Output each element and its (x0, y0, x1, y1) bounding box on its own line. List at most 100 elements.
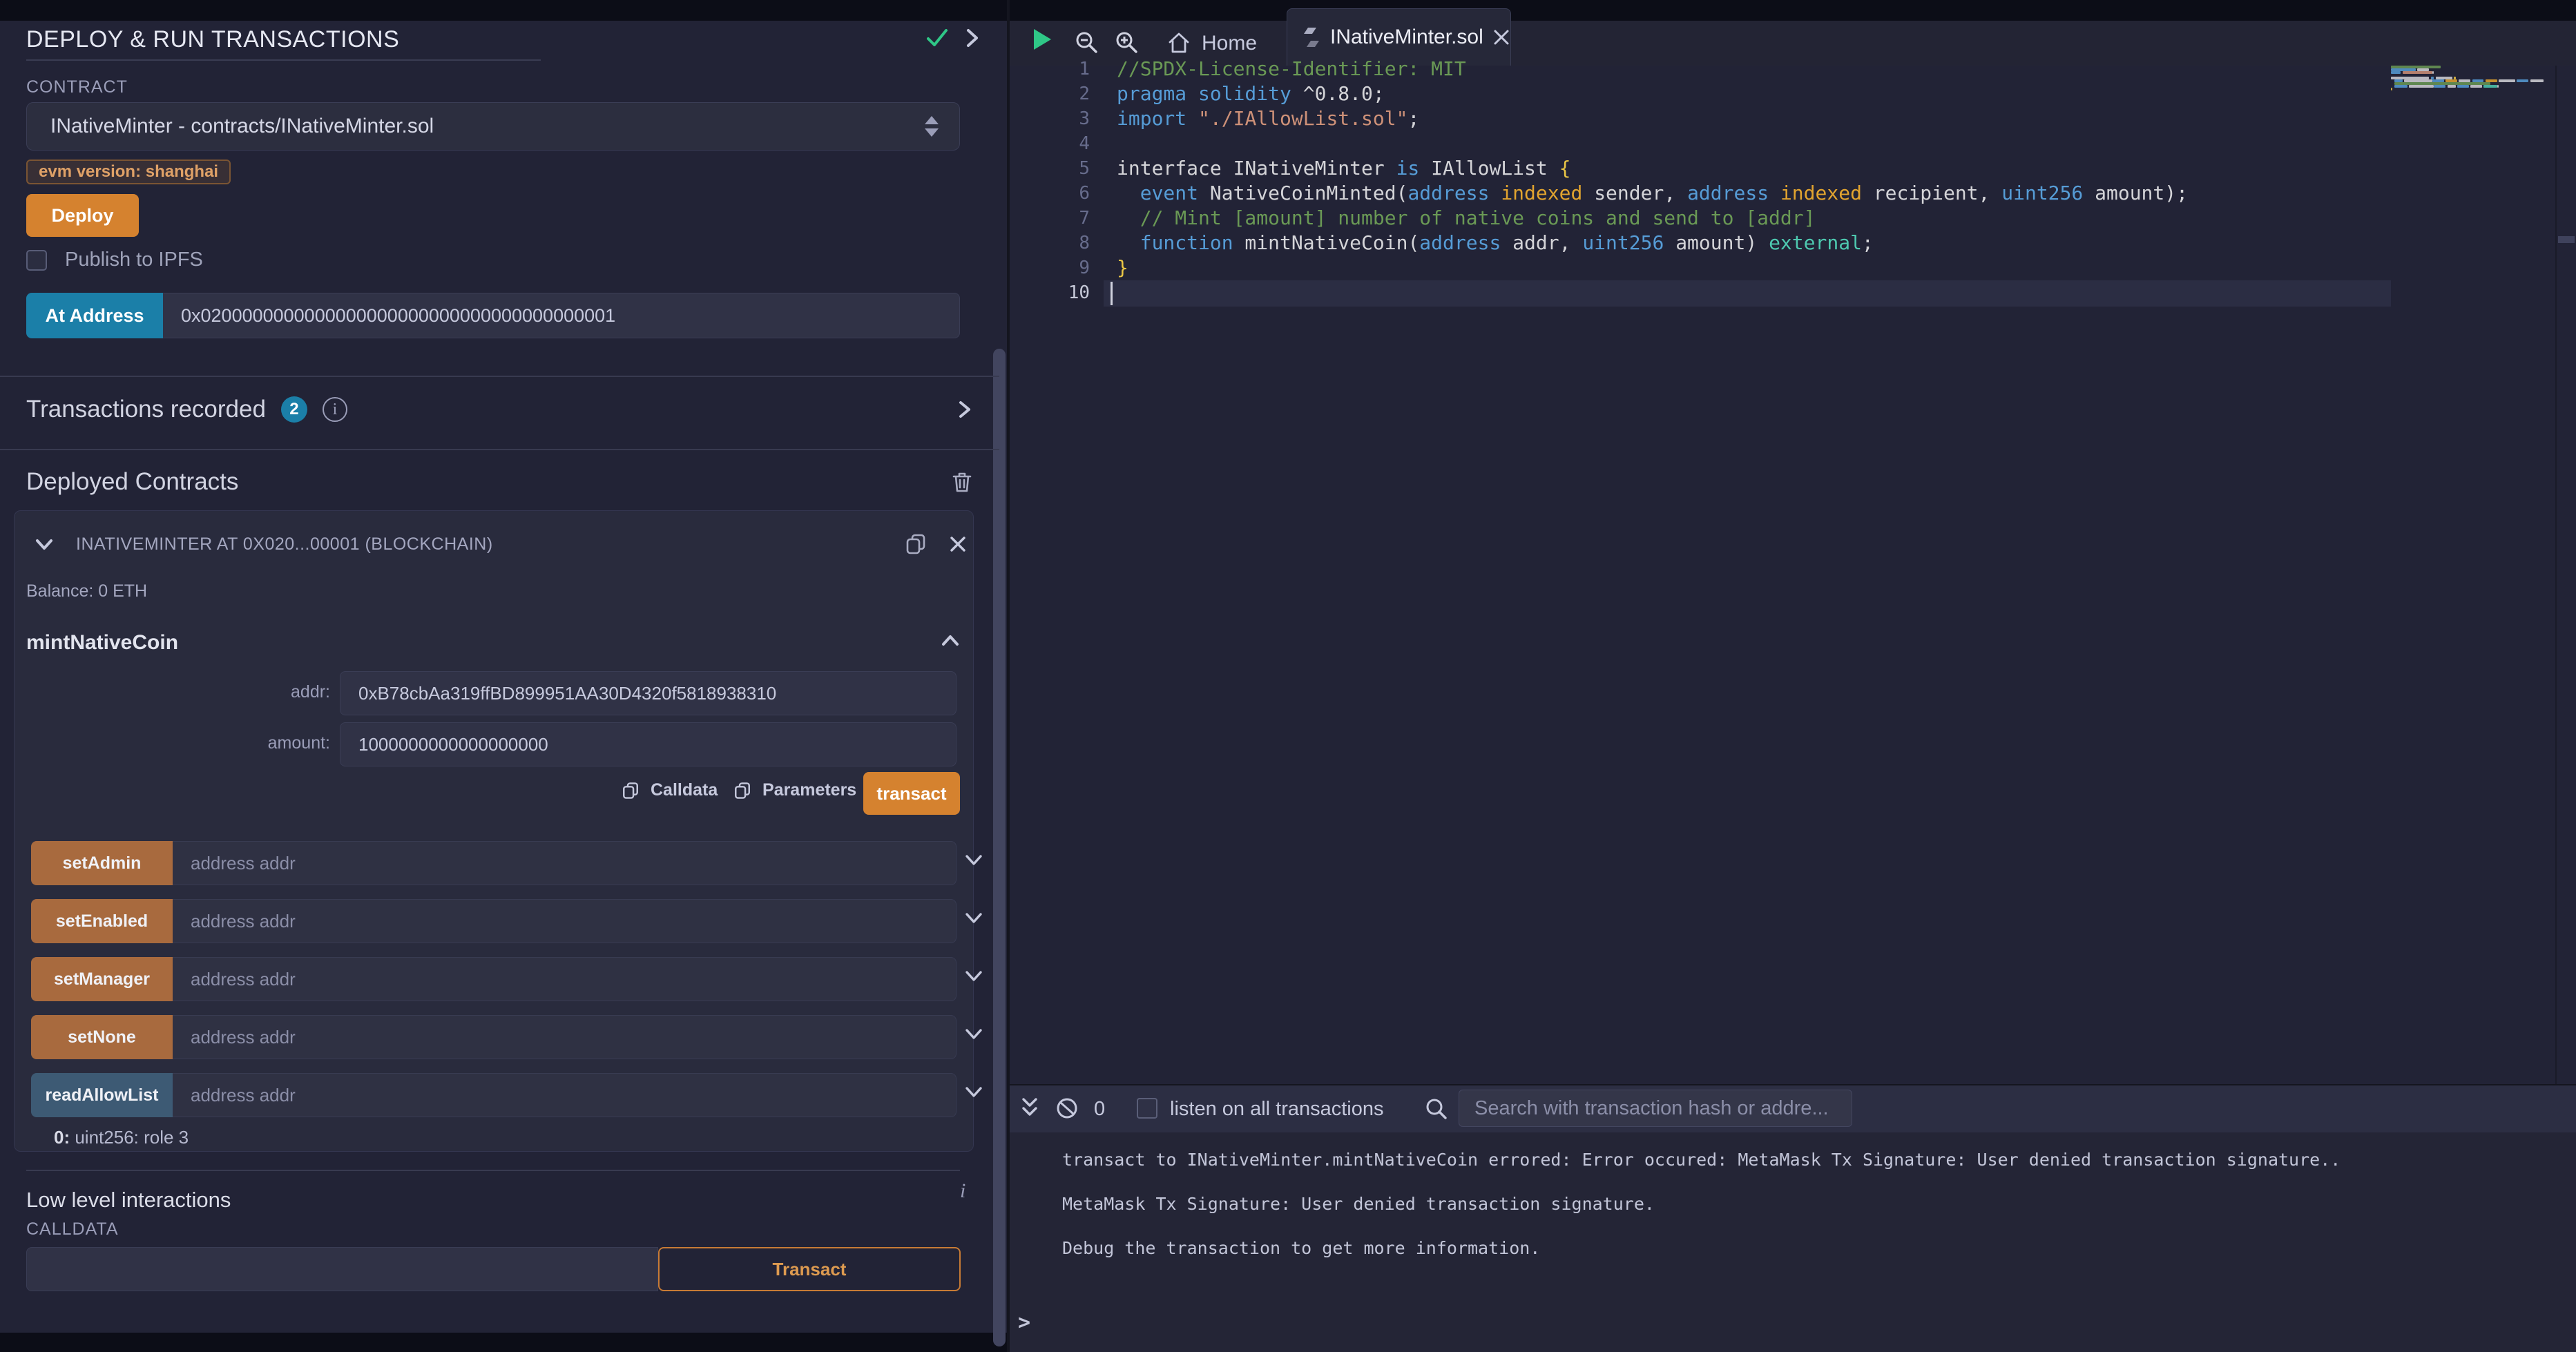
editor-scrollbar-marker[interactable] (2558, 236, 2575, 243)
addr-label: addr: (220, 682, 330, 702)
listen-transactions-label: listen on all transactions (1170, 1098, 1384, 1121)
calldata-input[interactable] (26, 1247, 658, 1291)
parameters-copy-label: Parameters (762, 780, 856, 800)
zoom-out-icon[interactable] (1075, 30, 1098, 54)
readAllowList-expand-icon[interactable] (965, 1085, 983, 1099)
setManager-expand-icon[interactable] (965, 969, 983, 983)
at-address-button[interactable]: At Address (26, 293, 163, 338)
home-icon (1167, 32, 1191, 55)
run-script-icon[interactable] (1032, 28, 1052, 51)
setAdmin-expand-icon[interactable] (965, 853, 983, 867)
readAllowList-button[interactable]: readAllowList (31, 1073, 173, 1117)
instance-header[interactable]: INATIVEMINTER AT 0X020...00001 (BLOCKCHA… (35, 523, 967, 565)
tab-inativeminter-label: INativeMinter.sol (1330, 26, 1483, 49)
setEnabled-input[interactable] (173, 899, 957, 943)
deploy-button[interactable]: Deploy (26, 194, 139, 237)
low-level-title: Low level interactions (26, 1188, 231, 1213)
calldata-copy-label: Calldata (651, 780, 718, 800)
terminal-log-2: MetaMask Tx Signature: User denied trans… (1062, 1182, 2340, 1226)
parameters-copy-button[interactable]: Parameters (733, 780, 856, 800)
select-arrows-icon (925, 116, 939, 137)
instance-collapse-icon[interactable] (35, 537, 54, 551)
clear-console-icon[interactable] (1055, 1097, 1079, 1120)
amount-input[interactable] (340, 722, 957, 766)
code-line-10 (1117, 280, 2188, 305)
deployed-contracts-label: Deployed Contracts (26, 468, 238, 496)
line-numbers: 12345678910 (1010, 57, 1090, 305)
setNone-input[interactable] (173, 1015, 957, 1059)
function-row-readAllowList: readAllowList (31, 1073, 960, 1117)
section-divider (0, 449, 999, 450)
code-line-7: // Mint [amount] number of native coins … (1117, 206, 2188, 231)
code-line-2: pragma solidity ^0.8.0; (1117, 81, 2188, 106)
panel-scrollbar[interactable] (993, 349, 1006, 1346)
function-row-setEnabled: setEnabled (31, 899, 960, 943)
info-icon[interactable]: i (323, 397, 347, 422)
setNone-expand-icon[interactable] (965, 1027, 983, 1041)
addr-input[interactable] (340, 671, 957, 715)
trash-icon[interactable] (952, 471, 972, 493)
copy-address-icon[interactable] (905, 532, 927, 556)
function-row-setManager: setManager (31, 957, 960, 1001)
function-collapse-icon[interactable] (941, 634, 960, 648)
solidity-icon (1303, 26, 1320, 48)
setManager-input[interactable] (173, 957, 957, 1001)
calldata-label: CALLDATA (26, 1219, 119, 1239)
transactions-expand-icon[interactable] (957, 400, 972, 419)
line-number-3: 3 (1010, 106, 1090, 131)
line-number-8: 8 (1010, 231, 1090, 255)
transactions-recorded-label: Transactions recorded (26, 396, 266, 423)
copy-icon (622, 781, 640, 800)
text-cursor (1111, 282, 1113, 305)
minimap-divider (2555, 66, 2557, 1084)
publish-to-ipfs-row: Publish to IPFS (26, 249, 203, 271)
code-line-9: } (1117, 255, 2188, 280)
zoom-in-icon[interactable] (1115, 30, 1138, 54)
transact-button[interactable]: transact (863, 772, 960, 815)
setManager-button[interactable]: setManager (31, 957, 173, 1001)
line-number-7: 7 (1010, 206, 1090, 231)
line-number-6: 6 (1010, 181, 1090, 206)
collapse-panel-icon[interactable] (964, 28, 981, 48)
at-address-input[interactable] (163, 293, 960, 338)
publish-ipfs-label: Publish to IPFS (65, 249, 203, 271)
copy-icon (733, 781, 751, 800)
page-title: DEPLOY & RUN TRANSACTIONS (26, 26, 399, 53)
code-line-6: event NativeCoinMinted(address indexed s… (1117, 181, 2188, 206)
setAdmin-button[interactable]: setAdmin (31, 841, 173, 885)
setEnabled-expand-icon[interactable] (965, 911, 983, 925)
contract-select[interactable]: INativeMinter - contracts/INativeMinter.… (26, 102, 960, 151)
code-line-5: interface INativeMinter is IAllowList { (1117, 156, 2188, 181)
line-number-4: 4 (1010, 131, 1090, 156)
terminal-prompt[interactable]: > (1018, 1311, 1030, 1335)
section-divider (26, 1170, 960, 1171)
listen-transactions-checkbox[interactable] (1137, 1098, 1157, 1119)
search-icon (1424, 1097, 1448, 1120)
line-number-1: 1 (1010, 57, 1090, 81)
tab-home-label: Home (1202, 32, 1257, 55)
calldata-copy-button[interactable]: Calldata (622, 780, 718, 800)
transactions-count-badge: 2 (281, 396, 307, 423)
tab-close-icon[interactable] (1493, 29, 1510, 46)
publish-ipfs-checkbox[interactable] (26, 250, 47, 271)
code-line-8: function mintNativeCoin(address addr, ui… (1117, 231, 2188, 255)
minimap[interactable] (2391, 66, 2555, 176)
setAdmin-input[interactable] (173, 841, 957, 885)
terminal-expand-icon[interactable] (1019, 1095, 1040, 1121)
low-level-info-icon[interactable]: i (960, 1179, 965, 1203)
readAllowList-input[interactable] (173, 1073, 957, 1117)
code-line-3: import "./IAllowList.sol"; (1117, 106, 2188, 131)
low-level-transact-button[interactable]: Transact (658, 1247, 961, 1291)
amount-label: amount: (220, 733, 330, 753)
line-number-2: 2 (1010, 81, 1090, 106)
tab-home[interactable]: Home (1167, 26, 1257, 61)
function-row-setNone: setNone (31, 1015, 960, 1059)
setEnabled-button[interactable]: setEnabled (31, 899, 173, 943)
transactions-recorded-row[interactable]: Transactions recorded 2 i (26, 385, 972, 434)
terminal-search-input[interactable] (1459, 1090, 1852, 1127)
call-result-index: 0: (54, 1127, 70, 1148)
code-line-4 (1117, 131, 2188, 156)
setNone-button[interactable]: setNone (31, 1015, 173, 1059)
code-content[interactable]: //SPDX-License-Identifier: MITpragma sol… (1117, 57, 2188, 305)
instance-close-icon[interactable] (949, 535, 967, 553)
